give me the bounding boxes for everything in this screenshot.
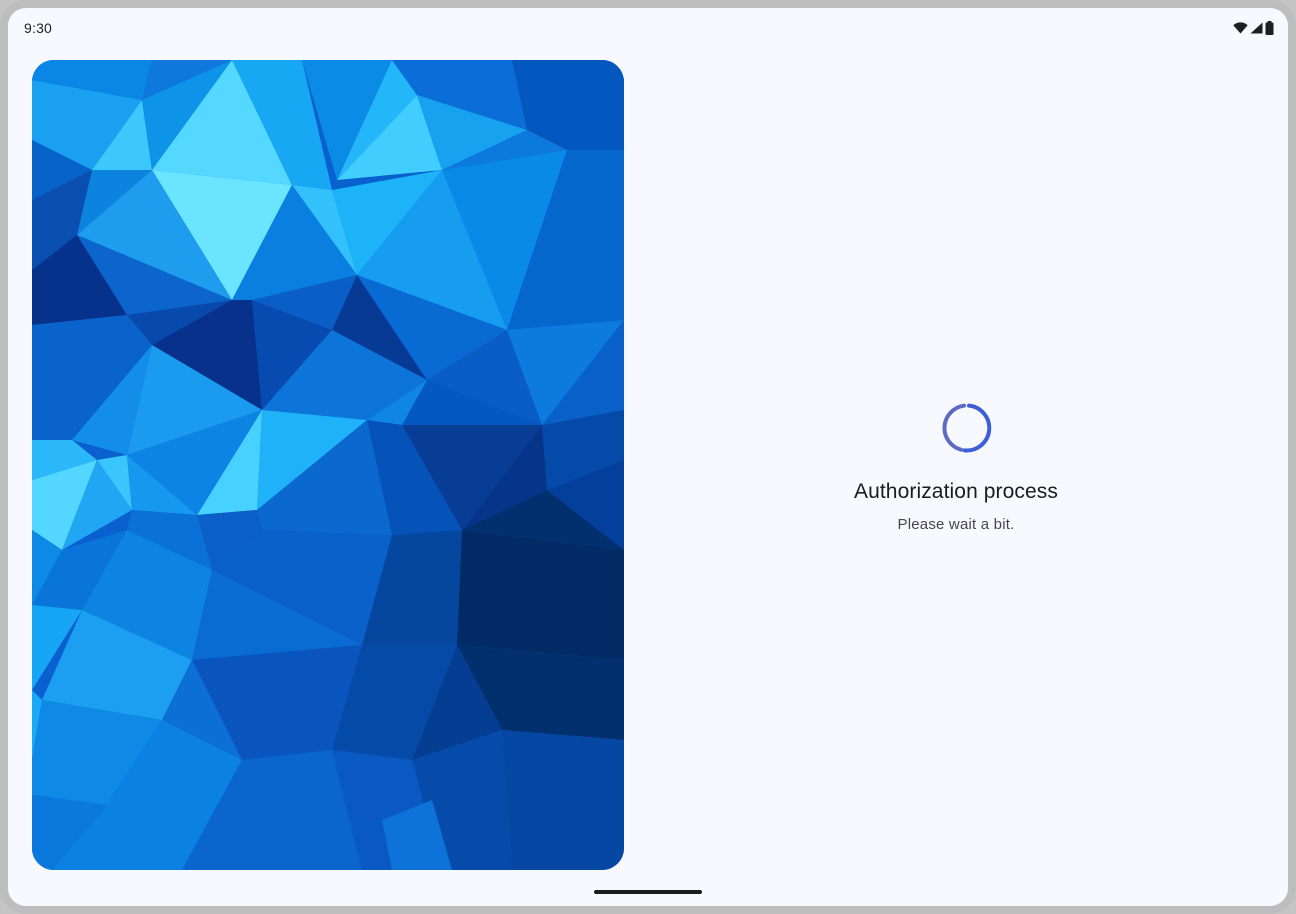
status-bar: 9:30 bbox=[8, 8, 1288, 48]
status-icons bbox=[1233, 20, 1274, 36]
gesture-navigation-handle[interactable] bbox=[594, 890, 702, 894]
status-time: 9:30 bbox=[24, 20, 53, 36]
loading-panel: Authorization process Please wait a bit. bbox=[624, 60, 1288, 870]
device-frame: 9:30 Authorization process Please wait a… bbox=[0, 0, 1296, 914]
loading-subtitle: Please wait a bit. bbox=[897, 516, 1015, 533]
loading-title: Authorization process bbox=[853, 480, 1059, 503]
progress-spinner-icon bbox=[942, 403, 992, 453]
wifi-icon bbox=[1233, 22, 1248, 34]
cellular-signal-icon bbox=[1250, 22, 1263, 34]
battery-icon bbox=[1265, 21, 1274, 35]
hero-image bbox=[32, 60, 624, 870]
